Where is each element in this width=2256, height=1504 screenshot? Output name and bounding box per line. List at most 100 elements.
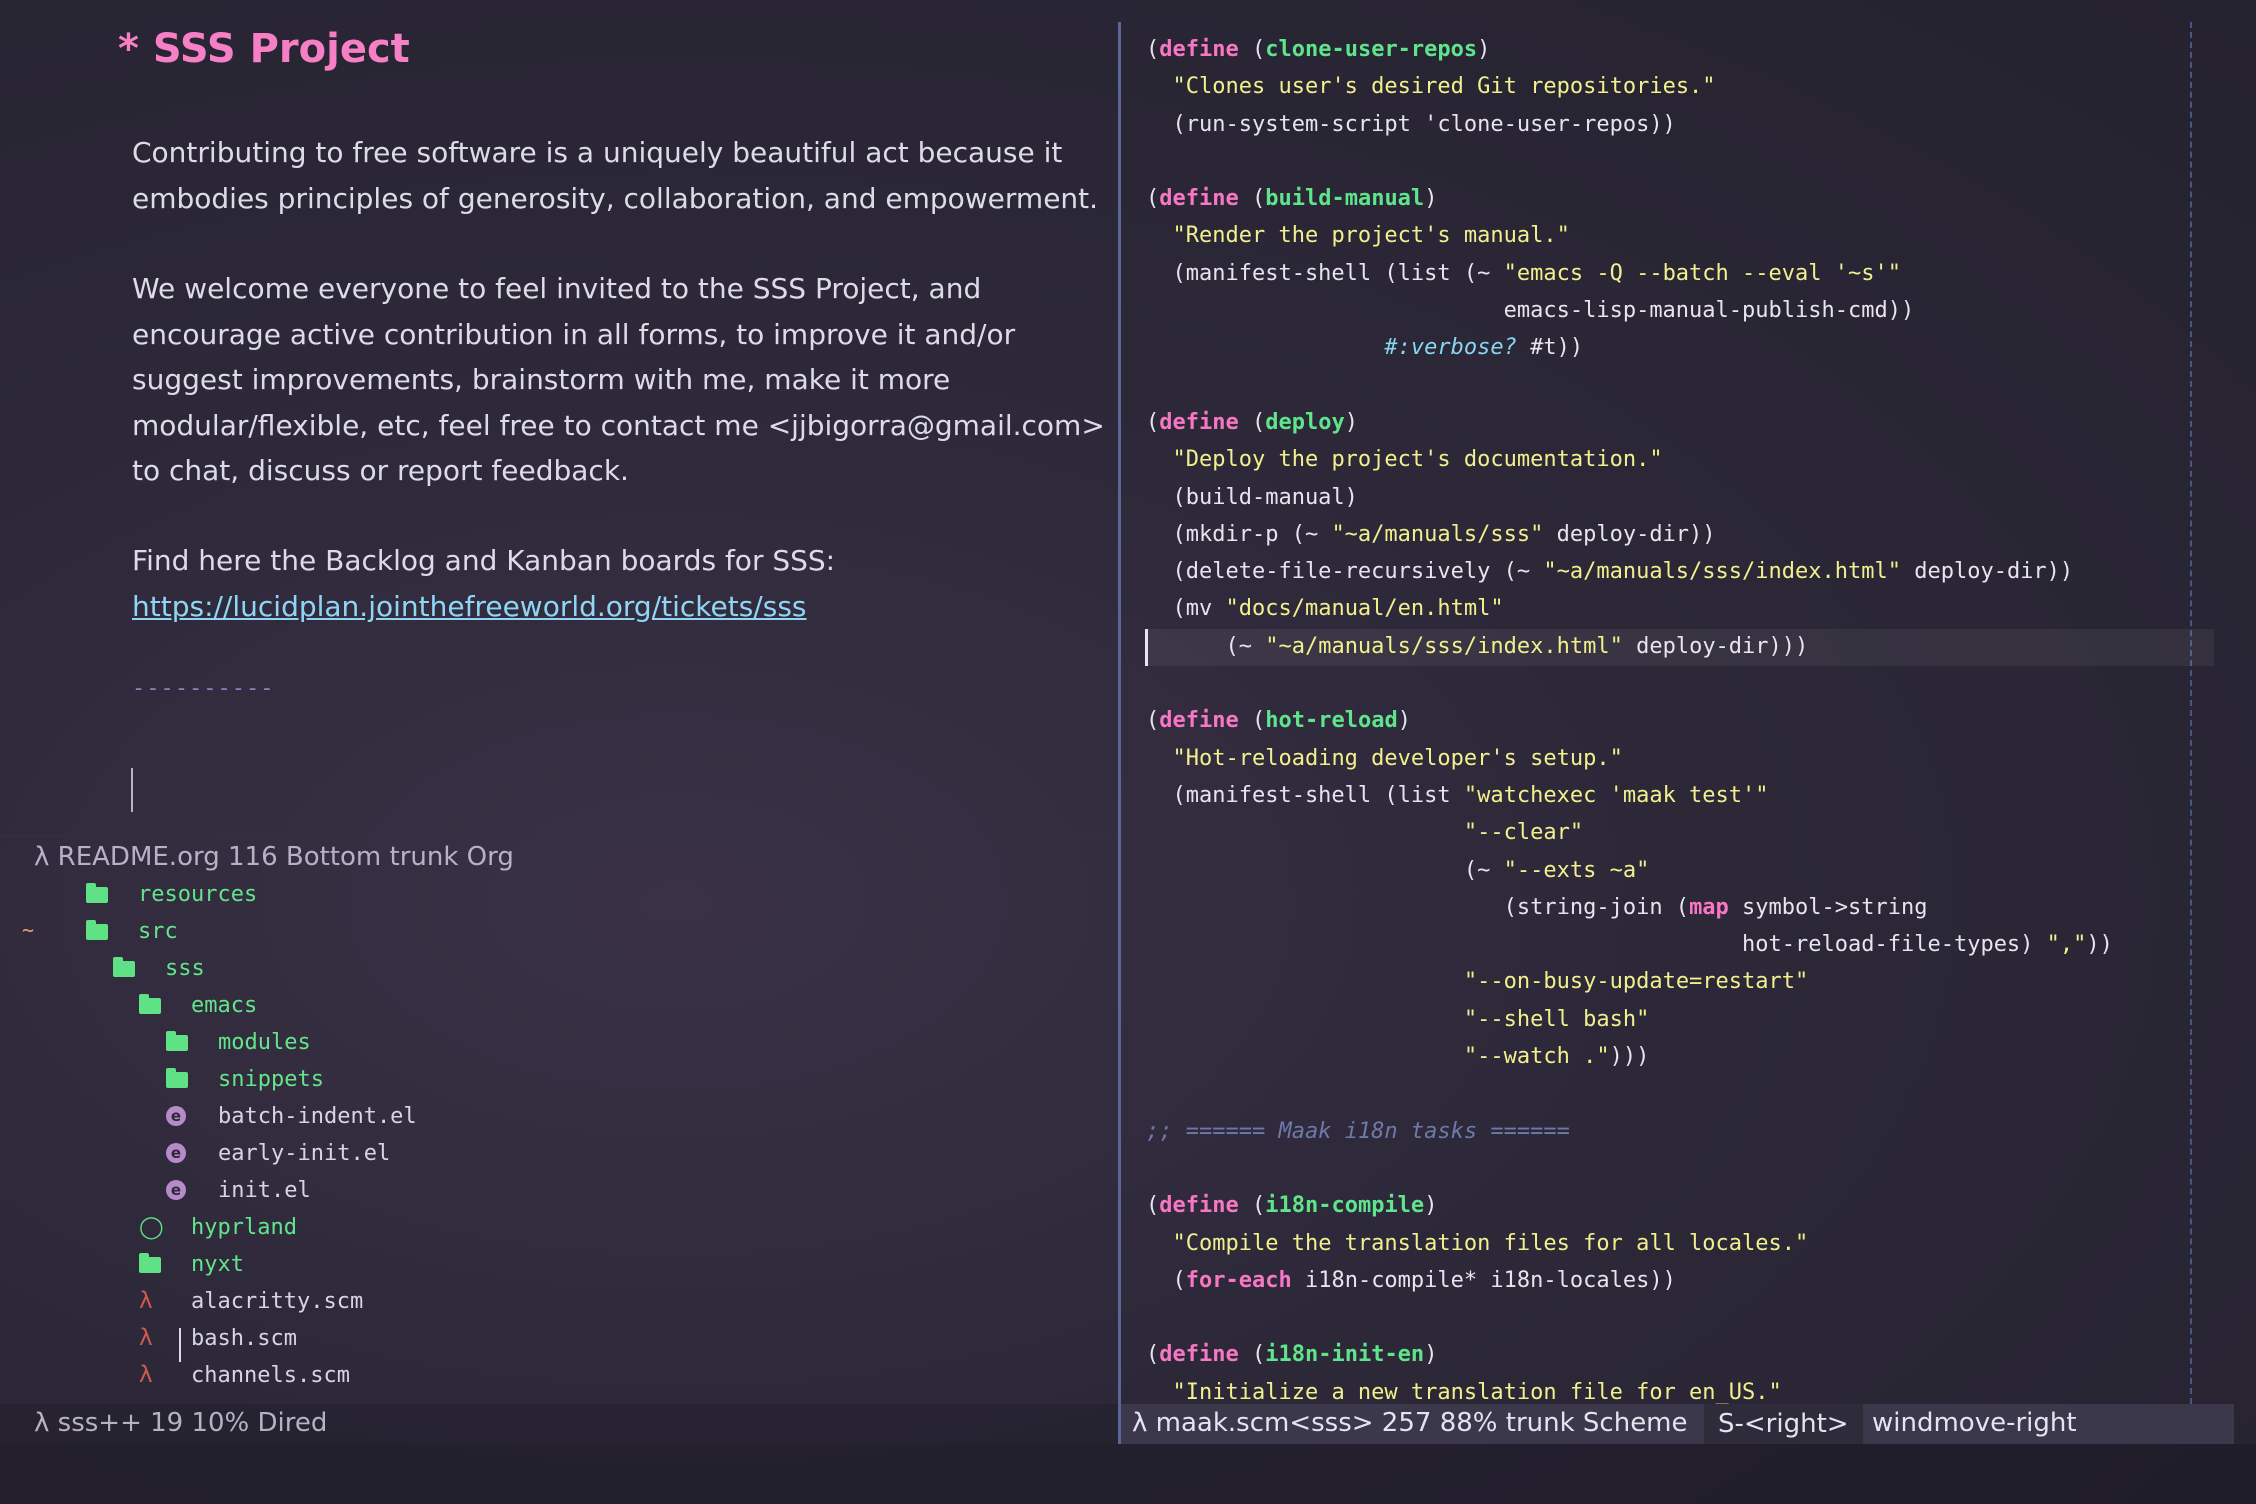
code-line: (manifest-shell (list (~ "emacs -Q --bat…	[1146, 260, 1901, 286]
tree-item-modules[interactable]: modules	[166, 1024, 311, 1060]
org-text-line: modular/flexible, etc, feel free to cont…	[132, 408, 1105, 442]
org-text-line: embodies principles of generosity, colla…	[132, 181, 1099, 215]
tree-item-batch-indent[interactable]: e batch-indent.el	[166, 1098, 417, 1134]
code-line: (define (i18n-init-en)	[1146, 1342, 1438, 1368]
code-line: (define (i18n-compile)	[1146, 1193, 1438, 1219]
code-line: (mv "docs/manual/en.html"	[1146, 596, 1504, 622]
org-horizontal-rule: ----------	[132, 676, 275, 701]
org-text-line: to chat, discuss or report feedback.	[132, 454, 629, 487]
code-line: "Hot-reloading developer's setup."	[1172, 745, 1623, 771]
emacs-file-icon: e	[166, 1106, 186, 1126]
tree-item-label: alacritty.scm	[191, 1288, 364, 1314]
tree-item-label: batch-indent.el	[218, 1103, 417, 1129]
tree-item-bash[interactable]: λ bash.scm	[139, 1320, 297, 1356]
tree-item-sss[interactable]: sss	[113, 950, 205, 986]
org-text-line: suggest improvements, brainstorm with me…	[132, 363, 951, 396]
code-line: "Clones user's desired Git repositories.…	[1172, 74, 1716, 100]
last-command: windmove-right	[1872, 1408, 2077, 1438]
code-line: (mkdir-p (~ "~a/manuals/sss" deploy-dir)…	[1146, 521, 1716, 547]
folder-icon	[86, 883, 108, 903]
tree-item-src[interactable]: src	[86, 913, 178, 949]
tree-item-snippets[interactable]: snippets	[166, 1061, 324, 1097]
keybinding-indicator: S-<right>	[1704, 1404, 1863, 1444]
scheme-code-buffer[interactable]: (define (clone-user-repos) "Clones user'…	[1146, 31, 2113, 1411]
tree-item-label: src	[138, 918, 178, 944]
code-line: (manifest-shell (list "watchexec 'maak t…	[1146, 782, 1769, 808]
fill-column-indicator	[2190, 22, 2192, 1404]
tree-item-label: snippets	[218, 1066, 324, 1092]
window-divider[interactable]	[1118, 22, 1121, 1444]
modeline-scheme: λ maak.scm<sss> 257 88% trunk Scheme	[1132, 1408, 1688, 1438]
emacs-file-icon: e	[166, 1180, 186, 1200]
code-line: (run-system-script 'clone-user-repos))	[1146, 111, 1676, 137]
tree-item-emacs[interactable]: emacs	[139, 987, 257, 1023]
tree-item-label: sss	[165, 955, 205, 981]
modeline-dired: λ sss++ 19 10% Dired	[34, 1408, 328, 1438]
folder-icon	[139, 1253, 161, 1273]
code-line: "Compile the translation files for all l…	[1172, 1230, 1809, 1256]
tree-item-label: emacs	[191, 992, 258, 1018]
emacs-file-icon: e	[166, 1143, 186, 1163]
code-line: (string-join (map symbol->string	[1146, 894, 1928, 920]
lambda-icon: λ	[139, 1362, 153, 1388]
code-line: (define (build-manual)	[1146, 186, 1438, 212]
code-line: emacs-lisp-manual-publish-cmd))	[1146, 298, 1915, 324]
code-line: (for-each i18n-compile* i18n-locales))	[1146, 1267, 1676, 1293]
tree-item-label: channels.scm	[191, 1362, 350, 1388]
backlog-link[interactable]: https://lucidplan.jointhefreeworld.org/t…	[132, 590, 807, 623]
code-line: (~ "--exts ~a"	[1146, 857, 1650, 883]
org-buffer[interactable]: * SSS Project Contributing to free softw…	[0, 0, 1118, 836]
folder-icon	[86, 920, 108, 940]
org-paragraph-intro: Contributing to free software is a uniqu…	[132, 130, 1098, 221]
code-line: "--clear"	[1463, 820, 1584, 846]
tree-item-alacritty[interactable]: λ alacritty.scm	[139, 1283, 363, 1319]
code-line: "--on-busy-update=restart"	[1463, 969, 1809, 995]
echo-area[interactable]	[0, 1444, 2256, 1504]
tree-item-early-init[interactable]: e early-init.el	[166, 1135, 390, 1171]
tree-item-resources[interactable]: resources	[86, 876, 257, 912]
dired-marker: ~	[22, 918, 35, 942]
code-line: "Deploy the project's documentation."	[1172, 447, 1663, 473]
tree-item-label: early-init.el	[218, 1140, 391, 1166]
emacs-frame: * SSS Project Contributing to free softw…	[0, 0, 2256, 1504]
code-line: (define (clone-user-repos)	[1146, 37, 1491, 62]
dired-point-cursor	[179, 1328, 181, 1362]
tree-item-label: modules	[218, 1029, 311, 1055]
tree-item-nyxt[interactable]: nyxt	[139, 1246, 244, 1282]
tree-item-label: hyprland	[191, 1214, 297, 1240]
tree-item-hyprland[interactable]: ◯ hyprland	[139, 1209, 297, 1245]
folder-icon	[113, 957, 135, 977]
tree-item-label: nyxt	[191, 1251, 244, 1277]
org-text-line: We welcome everyone to feel invited to t…	[132, 272, 982, 305]
code-line: ;; ====== Maak i18n tasks ======	[1146, 1118, 1570, 1144]
org-heading: * SSS Project	[118, 26, 410, 72]
code-line: #:verbose? #t))	[1384, 335, 1584, 361]
code-line: (build-manual)	[1146, 484, 1358, 510]
folder-icon	[139, 994, 161, 1014]
org-paragraph-welcome: We welcome everyone to feel invited to t…	[132, 266, 1105, 494]
code-line: (define (deploy)	[1146, 409, 1358, 435]
code-line: hot-reload-file-types) ","))	[1146, 932, 2113, 958]
tree-item-label: resources	[138, 881, 258, 907]
lambda-icon: λ	[139, 1325, 153, 1351]
code-line: (define (hot-reload)	[1146, 708, 1411, 734]
code-line: "--watch .")))	[1463, 1044, 1650, 1070]
code-line: (~ "~a/manuals/sss/index.html" deploy-di…	[1146, 633, 1809, 659]
org-paragraph-backlog: Find here the Backlog and Kanban boards …	[132, 538, 835, 629]
tree-item-label: init.el	[218, 1177, 311, 1203]
hyprland-drop-icon: ◯	[139, 1214, 164, 1240]
org-text-line: encourage active contribution in all for…	[132, 317, 1016, 351]
window-separator	[0, 836, 1118, 837]
tree-item-init[interactable]: e init.el	[166, 1172, 311, 1208]
tree-item-label: bash.scm	[191, 1325, 297, 1351]
code-line: "--shell bash"	[1463, 1006, 1650, 1032]
tree-item-channels[interactable]: λ channels.scm	[139, 1357, 350, 1393]
folder-icon	[166, 1068, 188, 1088]
folder-icon	[166, 1031, 188, 1051]
